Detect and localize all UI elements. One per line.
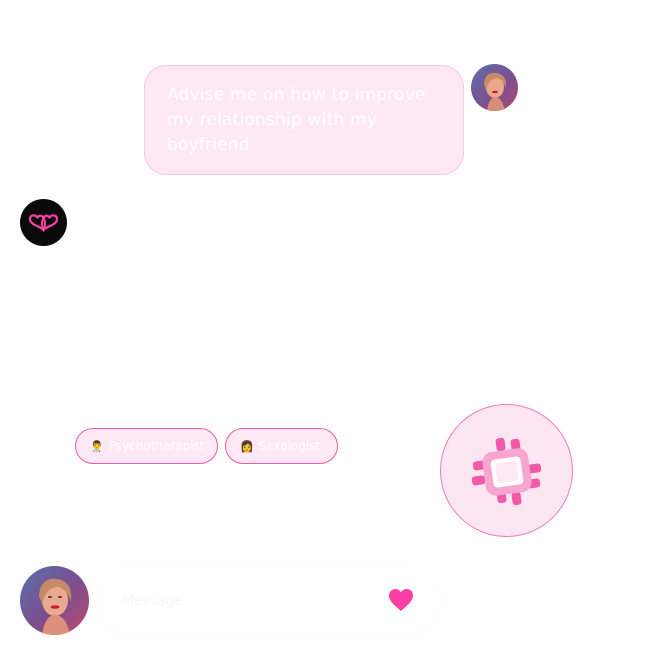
user-message-bubble: Advise me on how to improve my relations… [144, 65, 464, 175]
chat-screen: Advise me on how to improve my relations… [0, 0, 664, 660]
assistant-avatar [20, 199, 67, 246]
doctor-emoji-icon: 👨‍⚕️ [90, 439, 104, 453]
hearts-logo-icon [28, 214, 59, 233]
chip-label: Psychotherapist [108, 439, 205, 453]
woman-emoji-icon: 👩 [240, 439, 254, 453]
current-user-avatar [20, 566, 89, 635]
message-composer [98, 566, 440, 634]
message-input[interactable] [120, 586, 374, 616]
suggestion-chip-sexologist[interactable]: 👩 Sexologist [225, 428, 338, 464]
chip-label: Sexologist [258, 439, 321, 453]
processor-chip-icon [471, 437, 541, 505]
user-message-text: Advise me on how to improve my relations… [167, 85, 426, 155]
ai-processor-button[interactable] [440, 404, 573, 537]
suggestion-chip-psychotherapist[interactable]: 👨‍⚕️ Psychotherapist [75, 428, 218, 464]
send-heart-button[interactable] [386, 586, 416, 614]
user-avatar [471, 64, 518, 111]
heart-icon [389, 589, 413, 611]
